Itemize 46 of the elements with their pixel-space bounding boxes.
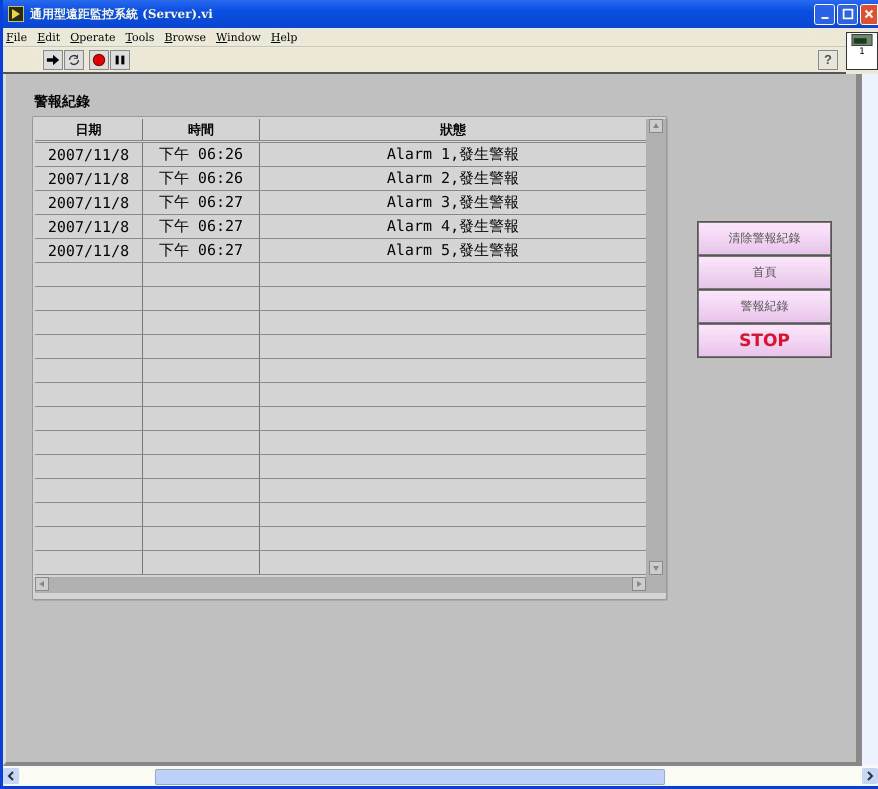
scroll-right-icon[interactable] <box>862 768 878 784</box>
vertical-scrollbar[interactable] <box>862 74 878 766</box>
scroll-left-icon[interactable] <box>3 768 19 784</box>
menu-item[interactable]: Browse <box>164 30 206 44</box>
table-cell: 下午 06:27 <box>143 239 260 262</box>
table-cell: 下午 06:27 <box>143 191 260 214</box>
panel-button[interactable]: 首頁 <box>698 256 831 289</box>
menu-item[interactable]: File <box>6 30 28 44</box>
menu-item[interactable]: Operate <box>70 30 116 44</box>
panel-button[interactable]: 警報紀錄 <box>698 290 831 323</box>
table-cell-text: Alarm 4,發生警報 <box>386 216 520 237</box>
table-cell: 2007/11/8 <box>35 191 143 214</box>
column-header: 時間 <box>143 119 260 140</box>
table-cell-text: Alarm 2,發生警報 <box>386 168 520 189</box>
table-title: 警報紀錄 <box>33 93 91 112</box>
menu-item[interactable]: Tools <box>126 30 154 44</box>
maximize-button[interactable] <box>837 4 858 24</box>
close-icon <box>862 7 876 21</box>
column-header: 狀態 <box>438 122 467 140</box>
window-title: 通用型遠距監控系統 (Server).vi <box>30 6 213 22</box>
table-cell-text: Alarm 1,發生警報 <box>386 144 520 165</box>
panel-button[interactable]: 清除警報紀錄 <box>698 222 831 255</box>
close-button[interactable] <box>860 4 878 24</box>
table-cell: 下午 06:26 <box>143 143 260 166</box>
table-cell: 2007/11/8 <box>35 215 143 238</box>
menu-item[interactable]: Window <box>216 30 261 44</box>
menu-item[interactable]: Edit <box>37 30 60 44</box>
panel-button[interactable]: STOP <box>698 324 831 357</box>
app-icon <box>8 6 24 22</box>
table-cell-text: Alarm 3,發生警報 <box>386 192 520 213</box>
table-cell: 下午 06:26 <box>143 167 260 190</box>
scrollbar-thumb[interactable] <box>155 769 665 785</box>
table-cell: 2007/11/8 <box>35 167 143 190</box>
menu-item[interactable]: Help <box>270 30 298 44</box>
help-button[interactable]: ? <box>818 50 838 70</box>
minimize-button[interactable] <box>814 4 835 24</box>
column-header: 日期 <box>35 119 143 140</box>
table-cell: 下午 06:27 <box>143 215 260 238</box>
table-cell-text: Alarm 5,發生警報 <box>386 240 520 261</box>
table-cell: 2007/11/8 <box>35 239 143 262</box>
maximize-icon <box>840 7 854 21</box>
vi-icon[interactable]: 1 <box>846 32 878 70</box>
pause-icon[interactable] <box>110 50 130 70</box>
run-continuously-icon[interactable] <box>64 50 84 70</box>
table-cell: 2007/11/8 <box>35 143 143 166</box>
minimize-icon <box>820 16 828 18</box>
